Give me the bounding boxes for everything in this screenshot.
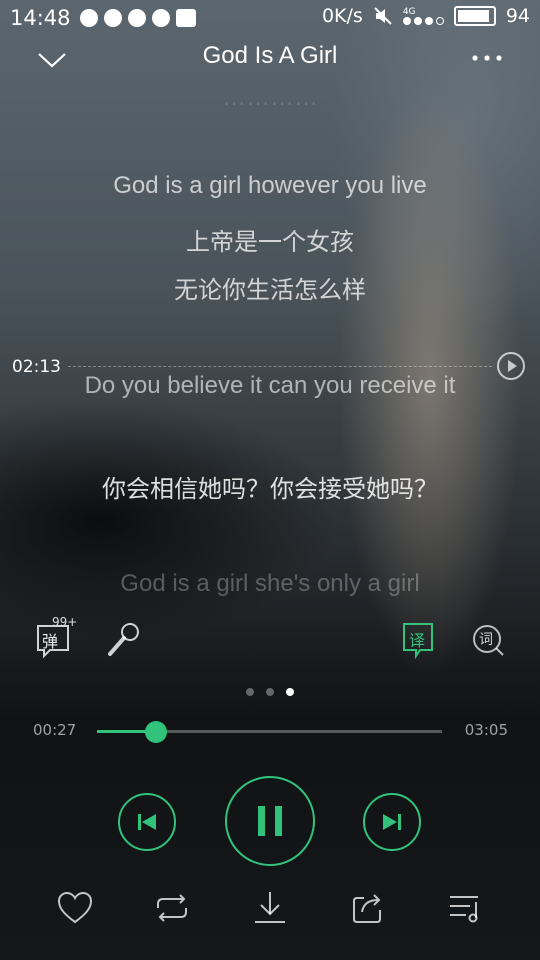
skip-next-icon [383, 814, 401, 830]
pause-icon [258, 806, 282, 836]
danmaku-count-badge: 99+ [52, 615, 78, 629]
status-right: 0K/s 4G 94 [322, 5, 530, 27]
playlist-icon[interactable] [446, 888, 486, 928]
play-from-here-icon[interactable] [496, 351, 526, 381]
page-dot[interactable] [266, 688, 274, 696]
battery-icon [453, 6, 496, 26]
page-dot-active[interactable] [286, 688, 294, 696]
translate-label: 译 [409, 631, 426, 650]
playback-controls [0, 776, 540, 868]
seek-preview-line [68, 366, 492, 367]
paw-notification-icon [104, 9, 122, 27]
danmaku-button[interactable]: 弹 99+ [34, 615, 77, 660]
pause-button[interactable] [225, 776, 315, 866]
lyric-line-translation: 无论你生活怎么样 [174, 276, 366, 304]
status-bar: 14:48 0K/s 4G 94 [0, 0, 540, 38]
microphone-icon [108, 623, 139, 656]
bottom-actions [0, 884, 540, 932]
lyric-line-translation: 你会相信她吗？你会接受她吗？ [102, 475, 438, 503]
total-time: 03:05 [464, 721, 508, 739]
weibo-notification-icon [128, 9, 146, 27]
danmaku-label: 弹 [42, 632, 59, 651]
song-title: God Is A Girl [202, 42, 338, 69]
karaoke-button[interactable] [104, 620, 144, 660]
lyrics-panel[interactable]: ………… God is a girl however you live 上帝是一… [0, 82, 540, 602]
cell-signal: 4G [402, 6, 444, 25]
qq-notification-icon [152, 9, 170, 27]
elapsed-time: 00:27 [33, 721, 77, 739]
notification-icons [80, 9, 196, 27]
lyrics-label: 词 [479, 632, 493, 648]
progress-track[interactable] [97, 721, 442, 743]
lyric-line-current: Do you believe it can you receive it [84, 372, 456, 399]
page-indicator [0, 688, 540, 696]
heart-icon[interactable] [55, 888, 95, 928]
next-button[interactable] [363, 793, 421, 851]
lyric-line-translation: 上帝是一个女孩 [186, 228, 354, 256]
download-icon[interactable] [250, 888, 290, 928]
progress-knob[interactable] [144, 721, 167, 743]
image-notification-icon [176, 9, 196, 27]
app-notification-icon [80, 9, 98, 27]
lyric-line: God is a girl however you live [113, 172, 427, 199]
lyrics-search-button[interactable]: 词 [468, 620, 508, 660]
playback-progress: 00:27 03:05 [0, 718, 540, 746]
network-speed: 0K/s [321, 5, 363, 27]
more-options-icon[interactable] [470, 46, 504, 70]
page-dot[interactable] [246, 688, 254, 696]
lyric-line-faded: ………… [222, 84, 318, 111]
network-type: 4G [402, 6, 416, 17]
previous-button[interactable] [118, 793, 176, 851]
share-icon[interactable] [348, 888, 388, 928]
skip-previous-icon [138, 814, 156, 830]
player-header: God Is A Girl [0, 38, 540, 82]
status-time: 14:48 [10, 6, 71, 30]
lyric-line-faded: God is a girl she's only a girl [120, 570, 420, 597]
seek-preview-time: 02:13 [12, 357, 61, 377]
signal-icon [402, 16, 444, 25]
battery-level: 94 [505, 5, 530, 27]
tool-row: 弹 99+ 译 词 [0, 615, 540, 664]
translate-toggle[interactable]: 译 [398, 620, 438, 660]
mute-icon [374, 7, 392, 25]
repeat-icon[interactable] [152, 888, 192, 928]
